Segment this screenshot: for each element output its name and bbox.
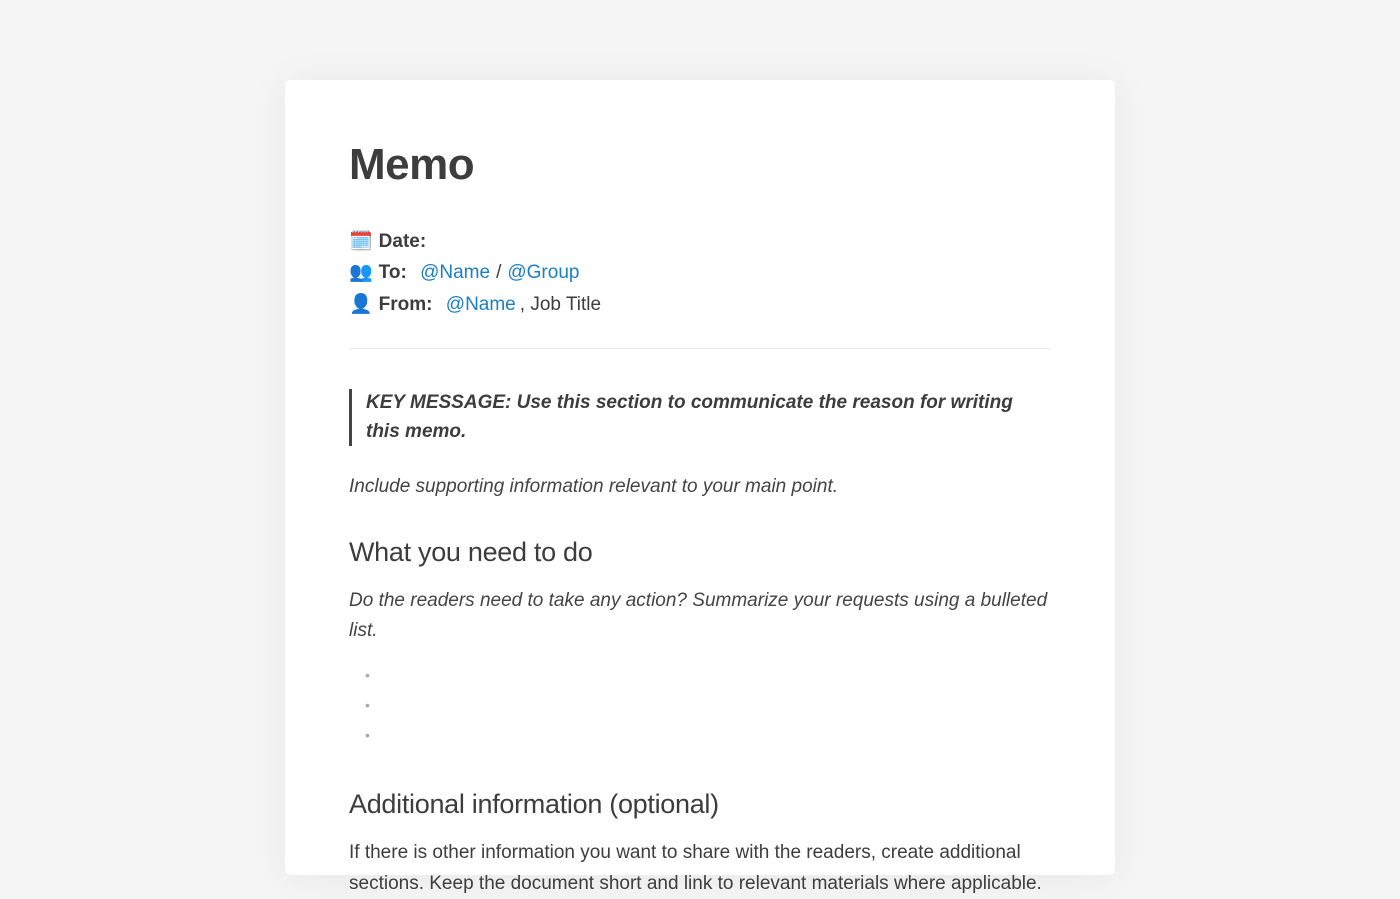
meta-block: 🗓️ Date: 👥 To: @Name / @Group 👤 From: @N… [349,226,1051,320]
person-icon: 👤 [349,289,373,320]
list-item[interactable] [365,693,1051,723]
list-item[interactable] [365,723,1051,753]
document-title[interactable]: Memo [349,140,1051,190]
key-message-block[interactable]: KEY MESSAGE: Use this section to communi… [349,389,1051,446]
action-heading[interactable]: What you need to do [349,537,1051,568]
calendar-icon: 🗓️ [349,226,373,257]
list-item[interactable] [365,663,1051,693]
meta-to-row[interactable]: 👥 To: @Name / @Group [349,257,1051,288]
from-mention-name[interactable]: @Name [446,289,516,320]
to-mention-group[interactable]: @Group [507,257,579,288]
meta-from-row[interactable]: 👤 From: @Name, Job Title [349,289,1051,320]
supporting-text[interactable]: Include supporting information relevant … [349,472,1051,501]
additional-body[interactable]: If there is other information you want t… [349,838,1051,899]
to-mention-name[interactable]: @Name [420,257,490,288]
additional-heading[interactable]: Additional information (optional) [349,789,1051,820]
to-separator: / [496,257,501,288]
divider [349,348,1051,349]
action-bullet-list[interactable] [349,663,1051,753]
from-label: From: [379,289,433,320]
key-message-text[interactable]: KEY MESSAGE: Use this section to communi… [366,389,1051,446]
date-label: Date: [379,226,427,257]
action-prompt[interactable]: Do the readers need to take any action? … [349,586,1051,645]
from-suffix: , Job Title [520,289,601,320]
meta-date-row[interactable]: 🗓️ Date: [349,226,1051,257]
people-icon: 👥 [349,257,373,288]
memo-document[interactable]: Memo 🗓️ Date: 👥 To: @Name / @Group 👤 Fro… [285,80,1115,875]
to-label: To: [379,257,407,288]
